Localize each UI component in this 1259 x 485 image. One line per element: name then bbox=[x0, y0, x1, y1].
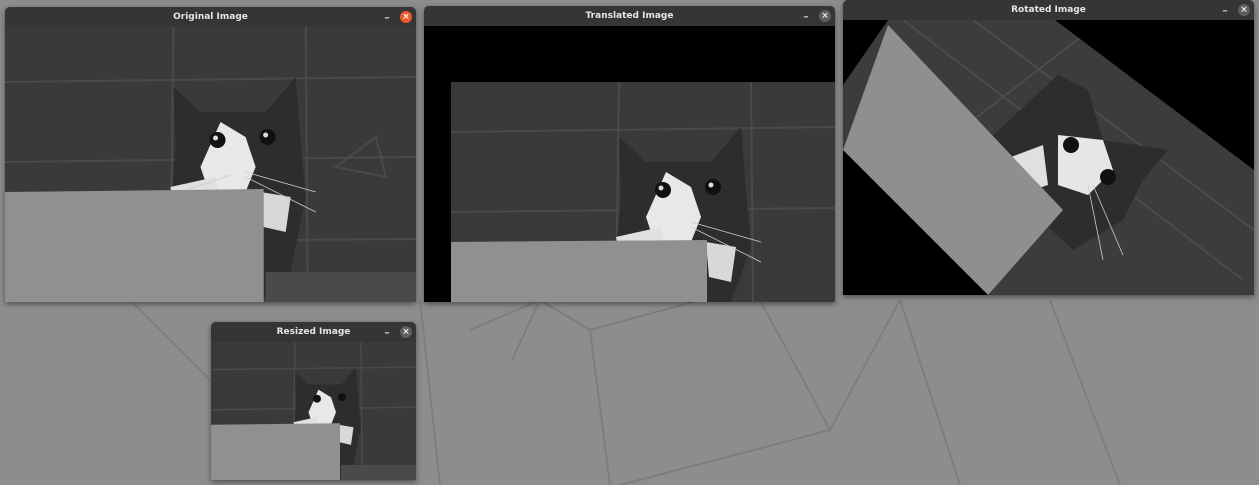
close-button[interactable]: × bbox=[819, 10, 831, 22]
close-button[interactable]: × bbox=[400, 11, 412, 23]
close-button[interactable]: × bbox=[1238, 4, 1250, 16]
window-titlebar[interactable]: Translated Image – × bbox=[424, 6, 835, 26]
image-canvas bbox=[424, 26, 835, 302]
window-title: Resized Image bbox=[276, 327, 351, 337]
close-button[interactable]: × bbox=[400, 326, 412, 338]
window-rotated-image[interactable]: Rotated Image – × bbox=[843, 0, 1254, 295]
minimize-button[interactable]: – bbox=[799, 6, 813, 26]
rotated-cat-photo bbox=[843, 20, 1254, 295]
window-original-image[interactable]: Original Image – × bbox=[5, 7, 416, 302]
minimize-button[interactable]: – bbox=[1218, 0, 1232, 20]
window-titlebar[interactable]: Original Image – × bbox=[5, 7, 416, 27]
resized-cat-photo bbox=[211, 342, 416, 480]
window-title: Translated Image bbox=[585, 11, 674, 21]
image-canvas bbox=[211, 342, 416, 480]
window-translated-image[interactable]: Translated Image – × bbox=[424, 6, 835, 302]
cat-photo bbox=[5, 27, 416, 302]
window-title: Rotated Image bbox=[1011, 5, 1086, 15]
window-titlebar[interactable]: Resized Image – × bbox=[211, 322, 416, 342]
image-canvas bbox=[5, 27, 416, 302]
minimize-button[interactable]: – bbox=[380, 7, 394, 27]
window-title: Original Image bbox=[173, 12, 248, 22]
image-canvas bbox=[843, 20, 1254, 295]
window-titlebar[interactable]: Rotated Image – × bbox=[843, 0, 1254, 20]
window-resized-image[interactable]: Resized Image – × bbox=[211, 322, 416, 480]
minimize-button[interactable]: – bbox=[380, 322, 394, 342]
translated-cat-photo bbox=[424, 26, 835, 302]
